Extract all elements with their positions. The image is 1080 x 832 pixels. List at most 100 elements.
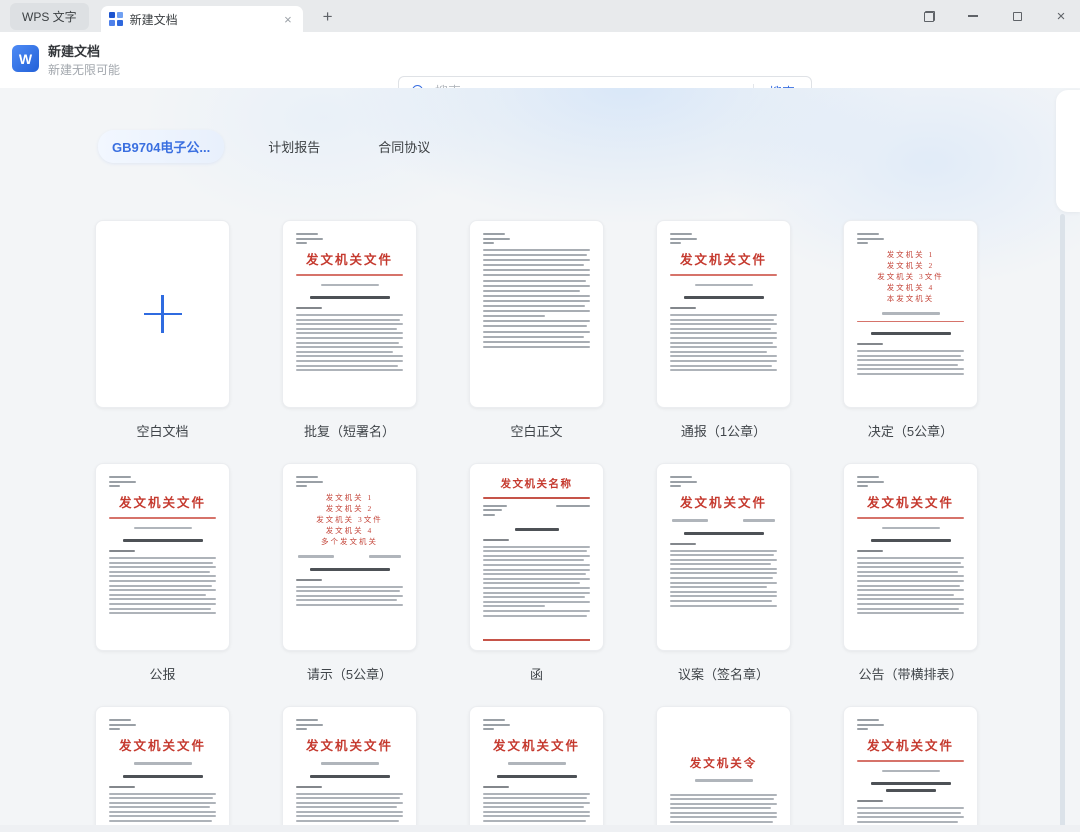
thumb-salutation	[296, 785, 322, 788]
thumb-red-line	[857, 517, 964, 519]
template-card-4[interactable]: 发文机关文件	[656, 220, 791, 408]
template-card-10[interactable]: 发文机关文件	[843, 463, 978, 651]
thumb-corner-meta	[483, 719, 590, 730]
maximize-button[interactable]	[1006, 5, 1028, 27]
thumb-red-title: 发文机关文件	[679, 253, 767, 267]
thumb-letter-meta	[483, 504, 590, 519]
template-card-9[interactable]: 发文机关文件	[656, 463, 791, 651]
template-card-8[interactable]: 发文机关名称	[469, 463, 604, 651]
thumb-letter-meta-right	[556, 504, 590, 507]
thumb-org-row: 发文机关 4	[886, 283, 935, 292]
tab-new-document[interactable]: 新建文档 ×	[100, 6, 303, 32]
restore-layout-icon[interactable]	[918, 5, 940, 27]
thumb-meta-line	[507, 762, 566, 765]
thumb-org-row: 发文机关 4	[325, 526, 374, 535]
thumb-doc-title	[683, 296, 764, 300]
category-tab-1[interactable]: GB9704电子公...	[98, 130, 225, 163]
template-card-12[interactable]: 发文机关文件	[282, 706, 417, 832]
scrollbar[interactable]	[1060, 214, 1065, 832]
thumb-red-title: 发文机关文件	[118, 739, 206, 753]
template-cell: 发文机关文件	[843, 706, 978, 832]
minimize-button[interactable]	[962, 5, 984, 27]
template-card-11[interactable]: 发文机关文件	[95, 706, 230, 832]
thumb-body-lines	[670, 549, 777, 607]
thumb-doc-title	[122, 539, 203, 543]
thumb-doc-title	[683, 531, 764, 535]
thumb-red-line	[670, 274, 777, 276]
app-menu-button[interactable]: WPS 文字	[10, 2, 89, 30]
thumb-meta-line	[320, 283, 379, 287]
template-card-3[interactable]	[469, 220, 604, 408]
template-card-1[interactable]	[95, 220, 230, 408]
thumb-corner-meta	[483, 233, 590, 244]
thumb-org-row: 发文机关 3文件	[316, 515, 383, 524]
thumb-red-title: 发文机关文件	[866, 496, 954, 510]
thumb-meta-line	[320, 762, 379, 765]
thumb-org-row: 发文机关 2	[325, 504, 374, 513]
thumb-salutation	[857, 800, 883, 803]
thumb-org-list: 发文机关 1 发文机关 2 发文机关 3文件 发文机关 4 本发文机关	[857, 249, 964, 304]
thumb-doc-title	[870, 782, 951, 786]
tab-grid-icon	[108, 12, 123, 26]
thumb-red-title: 发文机关文件	[679, 496, 767, 510]
thumb-corner-meta	[296, 719, 403, 730]
template-cell: 发文机关文件	[95, 706, 230, 832]
template-card-5[interactable]: 发文机关 1 发文机关 2 发文机关 3文件 发文机关 4 本发文机关	[843, 220, 978, 408]
thumb-meta-line	[694, 283, 753, 287]
thumb-body-lines	[109, 557, 216, 615]
thumb-red-title: 发文机关文件	[492, 739, 580, 753]
category-tab-3[interactable]: 合同协议	[364, 130, 444, 163]
template-card-15[interactable]: 发文机关文件	[843, 706, 978, 832]
template-label: 决定（5公章）	[867, 424, 954, 439]
thumb-body-lines	[296, 314, 403, 372]
thumb-doc-title	[496, 774, 577, 778]
template-label: 公报	[149, 667, 176, 682]
thumb-org-row: 发文机关 2	[886, 261, 935, 270]
thumb-body-lines	[483, 249, 590, 348]
thumb-corner-meta	[109, 476, 216, 487]
thumb-doc-title	[309, 296, 390, 300]
thumb-salutation	[483, 785, 509, 788]
template-cell: 发文机关令	[656, 706, 791, 832]
template-label: 请示（5公章）	[306, 667, 393, 682]
thumb-meta-line	[881, 312, 940, 315]
category-tab-2[interactable]: 计划报告	[254, 130, 334, 163]
thumb-red-title: 发文机关令	[689, 758, 758, 770]
tab-close-icon[interactable]: ×	[281, 12, 295, 27]
thumb-meta-line	[881, 526, 940, 530]
template-card-6[interactable]: 发文机关文件	[95, 463, 230, 651]
thumb-corner-meta	[296, 476, 403, 487]
thumb-corner-meta	[670, 233, 777, 244]
thumb-salutation	[857, 343, 883, 346]
thumb-red-line	[857, 320, 964, 323]
thumb-salutation	[296, 307, 322, 310]
thumb-doc-title	[122, 774, 203, 778]
template-cell: 空白文档	[95, 220, 230, 439]
thumb-doc-title	[870, 539, 951, 543]
side-panel-edge	[1056, 90, 1080, 212]
template-card-7[interactable]: 发文机关 1 发文机关 2 发文机关 3文件 发文机关 4 多个发文机关	[282, 463, 417, 651]
thumb-meta-line	[133, 526, 192, 530]
thumb-body-lines	[296, 585, 403, 606]
thumb-org-row: 发文机关 3文件	[877, 272, 944, 281]
thumb-salutation	[483, 538, 509, 541]
thumb-meta-line	[694, 779, 753, 782]
thumb-org-row: 多个发文机关	[321, 537, 378, 546]
thumb-meta-line	[133, 762, 192, 765]
thumb-doc-title-line2	[885, 789, 936, 793]
thumb-red-line	[109, 517, 216, 519]
close-button[interactable]: ×	[1050, 5, 1072, 27]
new-tab-button[interactable]: +	[317, 6, 339, 27]
thumb-red-line	[296, 274, 403, 276]
category-bar: GB9704电子公... 计划报告 合同协议	[98, 130, 444, 163]
thumb-doc-title	[309, 774, 390, 778]
template-label: 公告（带横排表）	[858, 667, 963, 682]
template-card-14[interactable]: 发文机关令	[656, 706, 791, 832]
thumb-salutation	[857, 550, 883, 553]
thumb-org-row: 本发文机关	[886, 294, 935, 303]
template-grid: 空白文档 发文机关文件 批复（短署名） 空白正文 发文机关文件 通报（1公章） 发文机关 1…	[95, 220, 978, 832]
thumb-salutation	[296, 578, 322, 581]
template-card-13[interactable]: 发文机关文件	[469, 706, 604, 832]
template-label: 空白文档	[136, 424, 189, 439]
template-card-2[interactable]: 发文机关文件	[282, 220, 417, 408]
